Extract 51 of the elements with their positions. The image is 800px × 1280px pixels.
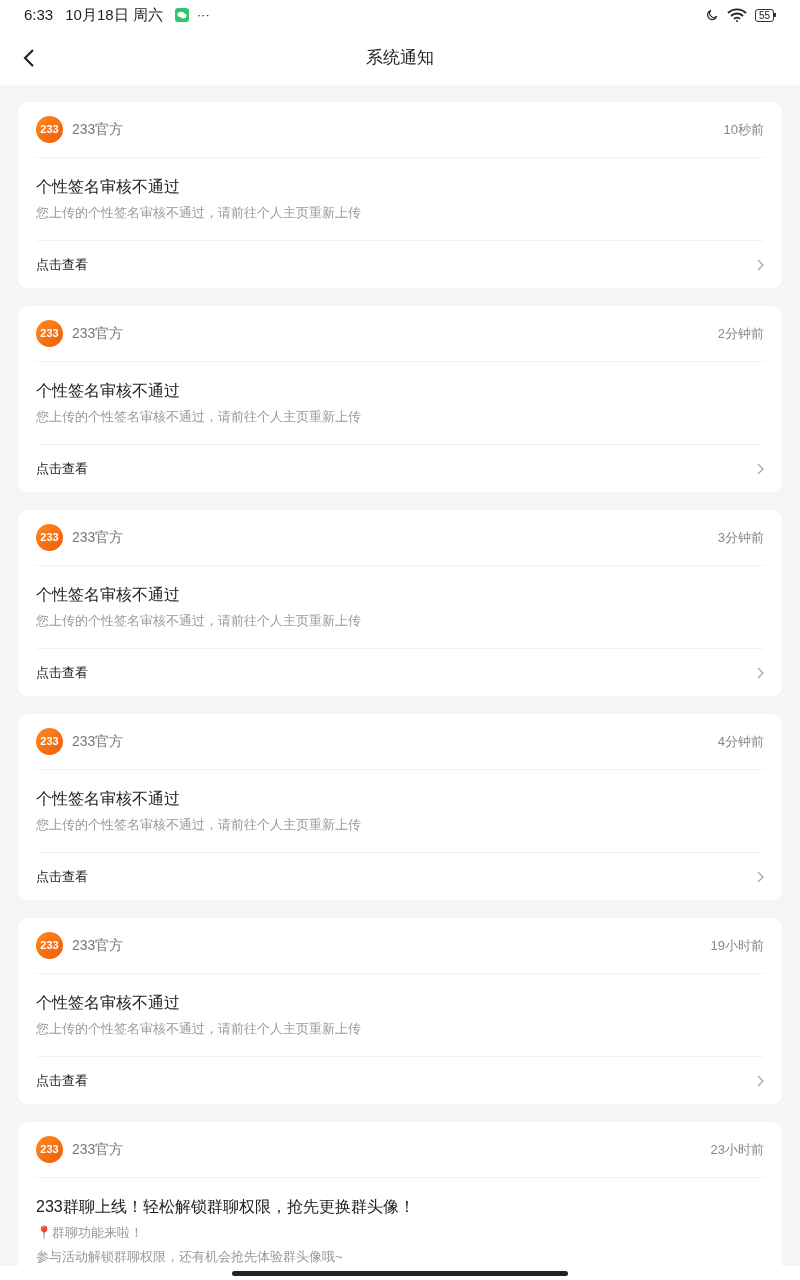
notification-body: 您上传的个性签名审核不通过，请前往个人主页重新上传 bbox=[36, 408, 362, 426]
sender-name: 233官方 bbox=[72, 936, 124, 955]
notification-title: 个性签名审核不通过 bbox=[36, 993, 181, 1013]
notification-body: 您上传的个性签名审核不通过，请前往个人主页重新上传 bbox=[36, 612, 362, 630]
avatar-icon: 233 bbox=[36, 728, 63, 755]
chevron-icon bbox=[756, 1074, 764, 1087]
wifi-icon bbox=[726, 8, 747, 22]
notification-body: 您上传的个性签名审核不通过，请前往个人主页重新上传 bbox=[36, 1020, 362, 1038]
avatar-icon: 233 bbox=[36, 932, 63, 959]
status-more: ··· bbox=[196, 6, 210, 25]
sender-name: 233官方 bbox=[72, 732, 124, 751]
status-time: 6:33 bbox=[24, 4, 54, 25]
status-date: 10月18日 周六 bbox=[65, 4, 163, 25]
avatar-icon: 233 bbox=[36, 116, 63, 143]
chevron-icon bbox=[756, 870, 764, 883]
sender-name: 233官方 bbox=[72, 324, 124, 343]
notification-time: 19小时前 bbox=[710, 936, 764, 955]
notification-body: 您上传的个性签名审核不通过，请前往个人主页重新上传 bbox=[36, 816, 362, 834]
notification-time: 2分钟前 bbox=[717, 324, 764, 343]
notification-body: 参与活动解锁群聊权限，还有机会抢先体验群头像哦~ bbox=[36, 1248, 344, 1266]
view-link[interactable]: 点击查看 bbox=[36, 444, 764, 492]
notification-title: 个性签名审核不通过 bbox=[36, 789, 181, 809]
avatar-icon: 233 bbox=[36, 524, 63, 551]
view-link[interactable]: 点击查看 bbox=[36, 1056, 764, 1104]
avatar-icon: 233 bbox=[36, 1136, 63, 1163]
chevron-icon bbox=[756, 666, 764, 679]
chevron-icon bbox=[756, 258, 764, 271]
view-link[interactable]: 点击查看 bbox=[36, 648, 764, 696]
notification-title: 个性签名审核不通过 bbox=[36, 177, 181, 197]
notification-title: 233群聊上线！轻松解锁群聊权限，抢先更换群头像！ bbox=[36, 1197, 416, 1217]
notification-time: 4分钟前 bbox=[717, 732, 764, 751]
notification-time: 3分钟前 bbox=[717, 528, 764, 547]
avatar-icon: 233 bbox=[36, 320, 63, 347]
sender-name: 233官方 bbox=[72, 528, 124, 547]
notification-time: 23小时前 bbox=[710, 1140, 764, 1159]
page-title: 系统通知 bbox=[366, 46, 434, 69]
notification-title: 个性签名审核不通过 bbox=[36, 381, 181, 401]
sender-name: 233官方 bbox=[72, 1140, 124, 1159]
view-link[interactable]: 点击查看 bbox=[36, 852, 764, 900]
sender-name: 233官方 bbox=[72, 120, 124, 139]
notification-time: 10秒前 bbox=[723, 120, 764, 139]
notification-body: 📍群聊功能来啦！ bbox=[36, 1224, 144, 1242]
notification-body: 您上传的个性签名审核不通过，请前往个人主页重新上传 bbox=[36, 204, 362, 222]
moon-icon bbox=[704, 8, 719, 22]
home-indicator[interactable] bbox=[232, 1270, 568, 1276]
view-link[interactable]: 点击查看 bbox=[36, 240, 764, 288]
chat-app-icon bbox=[174, 8, 189, 22]
chevron-icon bbox=[756, 462, 764, 475]
battery-icon: 55 bbox=[754, 8, 776, 22]
notification-title: 个性签名审核不通过 bbox=[36, 585, 181, 605]
back-icon bbox=[22, 47, 36, 68]
